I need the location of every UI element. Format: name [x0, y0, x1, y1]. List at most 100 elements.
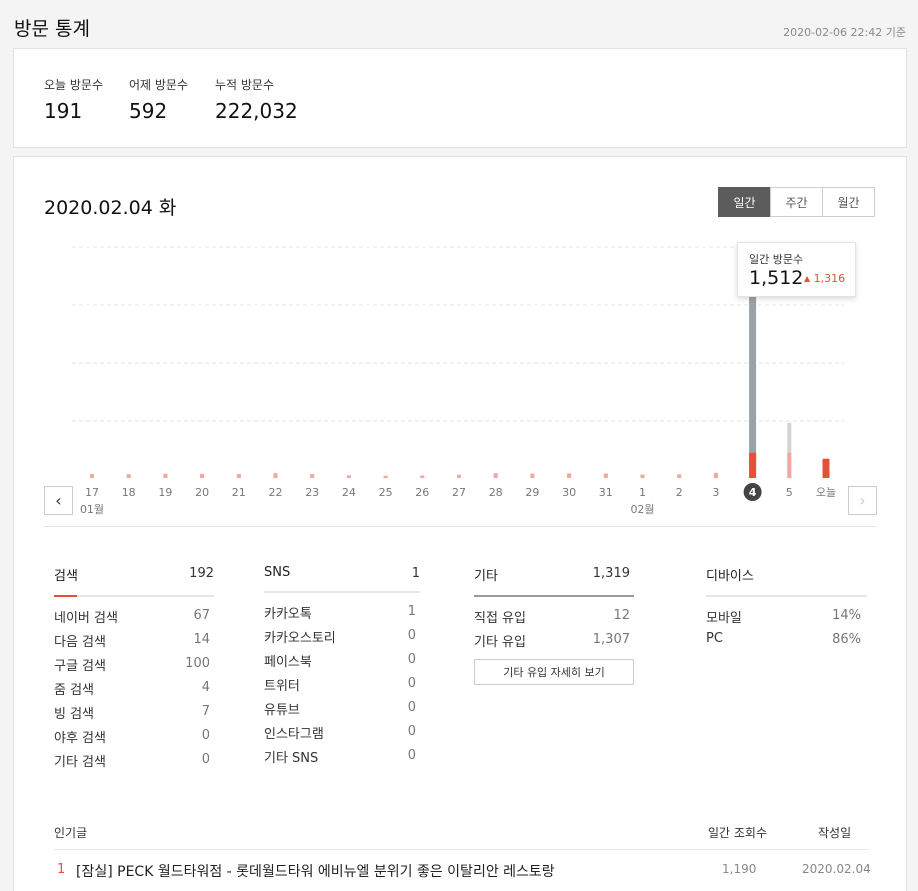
sns-source-underline [264, 591, 420, 593]
chart-next-button[interactable]: › [848, 486, 877, 515]
source-row-value: 0 [201, 728, 210, 743]
x-tick-label: 오늘 [816, 486, 836, 499]
x-tick-label: 31 [599, 486, 613, 499]
source-row-label: 페이스북 [264, 655, 312, 670]
month-label: 01월 [80, 503, 104, 516]
yesterday-visits-label: 어제 방문수 [129, 78, 189, 92]
source-row-value: 12 [613, 608, 630, 623]
today-visits-value: 191 [44, 99, 83, 123]
tab-daily[interactable]: 일간 [718, 187, 771, 217]
source-row-label: 다음 검색 [54, 635, 106, 650]
etc-source-section: 기타 1,319 직접 유입 12 기타 유입 1,307 기타 유입 자세히 보기 [474, 565, 634, 685]
bar-segment[interactable] [567, 473, 572, 478]
popular-posts: 인기글 일간 조회수 작성일 1 [잠실] PECK 월드타워점 - 롯데월드타… [54, 824, 871, 884]
x-tick-label: 30 [562, 486, 576, 499]
source-row-label: 카카오톡 [264, 607, 312, 622]
source-row-value: 67 [193, 608, 210, 623]
visit-summary-card: 오늘 방문수 191 어제 방문수 592 누적 방문수 222,032 [13, 48, 907, 148]
x-tick-label: 23 [305, 486, 319, 499]
source-row-label: 네이버 검색 [54, 611, 118, 626]
source-row-label: 기타 유입 [474, 635, 526, 650]
chart-x-labels: 17 18 19 20 21 22 23 24 25 26 27 28 29 30 31 1 2 3 4 5 오늘01월… [80, 483, 836, 516]
source-row-label: 인스타그램 [264, 727, 324, 742]
chart-tooltip: 일간 방문수 1,512 ▲ 1,316 [737, 242, 856, 297]
bar-segment[interactable] [822, 458, 830, 478]
x-tick-label: 3 [712, 486, 719, 499]
bar-segment[interactable] [420, 475, 425, 478]
bar-segment[interactable] [273, 473, 278, 478]
tooltip-delta: ▲ 1,316 [804, 272, 845, 285]
popular-post-title[interactable]: [잠실] PECK 월드타워점 - 롯데월드타워 에비뉴엘 분위기 좋은 이탈리… [76, 861, 555, 881]
source-row: 야후 검색 0 [54, 727, 214, 751]
sns-source-total: 1 [411, 566, 420, 581]
bar-segment[interactable] [163, 474, 168, 478]
bar-segment[interactable] [310, 474, 315, 478]
x-tick-label: 1 [639, 486, 646, 499]
source-row: 직접 유입 12 [474, 607, 634, 631]
popular-post-views: 1,190 [722, 862, 757, 876]
source-row-value: 0 [407, 676, 416, 691]
source-row: 유튜브 0 [264, 699, 420, 723]
source-row-label: 유튜브 [264, 703, 300, 718]
popular-date-header: 작성일 [818, 826, 852, 840]
section-divider [44, 526, 877, 527]
x-tick-label: 21 [232, 486, 246, 499]
bar-segment[interactable] [126, 474, 131, 478]
search-source-section: 검색 192 네이버 검색 67 다음 검색 14 구글 검색 100 줌 검색 4 빙 검색 7… [54, 565, 214, 775]
source-row-value: 1 [407, 604, 416, 619]
bar-segment[interactable] [749, 452, 757, 478]
device-section: 디바이스 모바일 14% PC 86% [706, 565, 867, 655]
bar-segment[interactable] [200, 474, 205, 478]
x-tick-label: 29 [525, 486, 539, 499]
total-visits: 누적 방문수 222,032 [215, 76, 298, 123]
bar-total[interactable] [749, 283, 757, 478]
etc-source-total: 1,319 [592, 566, 630, 581]
bar-segment[interactable] [90, 474, 94, 478]
source-row: 기타 검색 0 [54, 751, 214, 775]
x-tick-label: 25 [379, 486, 393, 499]
popular-views-header: 일간 조회수 [708, 826, 768, 840]
device-rows: 모바일 14% PC 86% [706, 607, 867, 655]
total-visits-value: 222,032 [215, 99, 298, 123]
source-row-label: 줌 검색 [54, 683, 95, 698]
bar-segment[interactable] [640, 474, 645, 478]
bar-segment[interactable] [493, 473, 498, 478]
source-row-value: 0 [407, 724, 416, 739]
bar-segment[interactable] [713, 473, 718, 478]
source-row-label: 기타 SNS [264, 751, 319, 766]
source-row-value: 14% [832, 608, 861, 623]
popular-row[interactable]: 1 [잠실] PECK 월드타워점 - 롯데월드타워 에비뉴엘 분위기 좋은 이… [54, 850, 871, 884]
x-tick-label: 27 [452, 486, 466, 499]
source-row-label: 구글 검색 [54, 659, 106, 674]
bar-segment[interactable] [346, 475, 351, 478]
chevron-left-icon: ‹ [55, 491, 62, 510]
tab-monthly[interactable]: 월간 [822, 187, 875, 217]
bar-segment[interactable] [236, 474, 241, 478]
source-row: 기타 SNS 0 [264, 747, 420, 771]
source-row: 줌 검색 4 [54, 679, 214, 703]
source-row: 모바일 14% [706, 607, 867, 631]
etc-more-button[interactable]: 기타 유입 자세히 보기 [474, 659, 634, 685]
chart-prev-button[interactable]: ‹ [44, 486, 73, 515]
month-label: 02월 [630, 503, 654, 516]
x-tick-label: 19 [158, 486, 172, 499]
popular-rank: 1 [57, 862, 66, 877]
source-row-value: 0 [407, 700, 416, 715]
bar-segment[interactable] [677, 474, 682, 478]
x-tick-label: 17 [85, 486, 99, 499]
bar-segment[interactable] [603, 473, 608, 478]
bar-segment[interactable] [530, 473, 535, 478]
bar-segment[interactable] [383, 475, 388, 478]
source-row: 구글 검색 100 [54, 655, 214, 679]
popular-title: 인기글 [54, 826, 88, 840]
bar-segment[interactable] [787, 452, 792, 478]
source-row-value: 0 [407, 652, 416, 667]
source-row-value: 7 [201, 704, 210, 719]
bar-segment[interactable] [457, 475, 461, 478]
chevron-right-icon: › [859, 491, 866, 510]
source-row-label: 기타 검색 [54, 755, 106, 770]
tab-weekly[interactable]: 주간 [770, 187, 823, 217]
popular-header: 인기글 일간 조회수 작성일 [54, 824, 869, 850]
arrow-up-icon: ▲ [804, 274, 811, 283]
source-row: 페이스북 0 [264, 651, 420, 675]
